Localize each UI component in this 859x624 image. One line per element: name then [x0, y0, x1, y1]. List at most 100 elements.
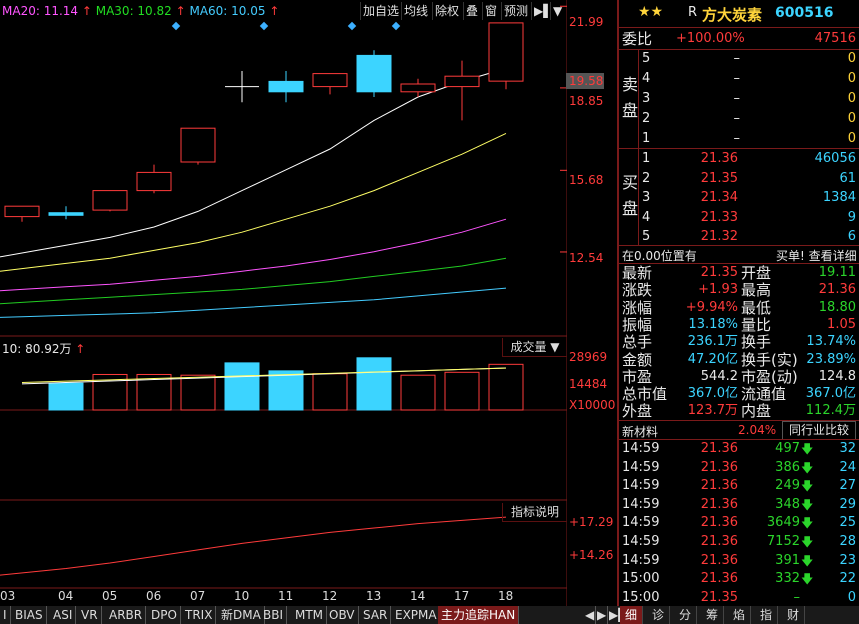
- stock-header: ★★ R 方大炭素 600516: [620, 4, 859, 24]
- date-label: 05: [102, 589, 118, 603]
- down-arrow-icon: 🡇: [801, 535, 814, 549]
- peer-compare-button[interactable]: 同行业比较: [782, 421, 856, 440]
- tick-price: 21.36: [700, 515, 738, 531]
- sell-label-divider: [638, 49, 639, 149]
- event-marker-icon: [259, 21, 269, 31]
- tick-time: 14:59: [622, 478, 660, 494]
- candle-body: [444, 75, 480, 88]
- ind-axis-label: +17.29: [569, 515, 614, 529]
- down-arrow-icon: 🡇: [801, 479, 814, 494]
- tick-volume: 249: [775, 478, 800, 494]
- tick-time: 15:00: [622, 571, 660, 587]
- indicator-tab[interactable]: TRIX: [182, 606, 217, 624]
- scroll-right-icon[interactable]: ▶: [596, 606, 609, 624]
- quote-value: 544.2: [700, 368, 738, 384]
- price-axis-label: 19.58: [569, 74, 604, 88]
- indicator-tab[interactable]: ASI: [50, 606, 77, 624]
- tick-count: 29: [839, 496, 856, 512]
- tick-count: 23: [839, 552, 856, 568]
- tick-price: 21.36: [700, 459, 738, 475]
- vol-axis-label: 14484: [569, 377, 608, 391]
- quote-value: 18.80: [818, 299, 856, 315]
- date-label: 11: [278, 589, 294, 603]
- sell-level: 5: [642, 51, 651, 66]
- indicator-help-button[interactable]: 指标说明: [502, 503, 567, 522]
- indicator-tab[interactable]: OBV: [326, 606, 359, 624]
- price-axis-label: 15.68: [569, 173, 604, 187]
- event-marker-icon: [391, 21, 401, 31]
- indicator-tab[interactable]: EXPMA: [392, 606, 441, 624]
- indicator-tab[interactable]: BIAS: [12, 606, 47, 624]
- tick-time: 14:59: [622, 515, 660, 531]
- chart-area[interactable]: MA20: 11.14 ↑ MA30: 10.82 ↑ MA60: 10.05 …: [0, 0, 567, 606]
- event-marker-icon: [171, 21, 181, 31]
- stock-code: 600516: [775, 5, 834, 21]
- quote-value: +1.93: [698, 282, 738, 298]
- buy-level: 4: [642, 209, 651, 225]
- tick-price: 21.35: [700, 589, 738, 605]
- panel-tab[interactable]: 细: [620, 606, 643, 624]
- date-label: 13: [366, 589, 382, 603]
- vol-axis-label: 28969: [569, 350, 608, 364]
- volume-button[interactable]: 成交量 ▼: [502, 338, 567, 357]
- sell-volume: 0: [847, 71, 856, 86]
- quote-label: 内盘: [741, 402, 772, 421]
- quote-value: 236.1万: [687, 334, 738, 350]
- candle-body: [312, 73, 348, 88]
- volume-bar: [400, 374, 436, 411]
- star-icon[interactable]: ★★: [638, 4, 663, 20]
- date-label: 10: [234, 589, 250, 603]
- panel-tab[interactable]: 诊: [647, 606, 670, 624]
- candle-body: [268, 80, 304, 93]
- weibi-pct: +100.00%: [676, 31, 745, 46]
- date-label: 03: [0, 589, 16, 603]
- quote-value: 19.11: [818, 265, 856, 280]
- position-note: 在0.00位置有: [622, 249, 697, 263]
- tick-count: 27: [839, 478, 856, 494]
- indicator-tab[interactable]: MTM: [292, 606, 328, 624]
- tick-volume: 3649: [766, 515, 800, 531]
- panel-tab[interactable]: 分: [674, 606, 697, 624]
- quote-label: 流通值: [741, 385, 787, 404]
- volume-bar: [356, 357, 392, 411]
- quote-label: 最新: [622, 264, 653, 282]
- indicator-tab[interactable]: 主力追踪HAN: [438, 606, 520, 624]
- indicator-tab[interactable]: DPO: [148, 606, 181, 624]
- panel-tab[interactable]: 指: [755, 606, 778, 624]
- indicator-tab[interactable]: I: [0, 606, 11, 624]
- tick-price: 21.36: [700, 552, 738, 568]
- tick-volume: –: [793, 589, 801, 605]
- quote-label: 涨跌: [622, 281, 653, 300]
- panel-tab[interactable]: 筹: [701, 606, 724, 624]
- indicator-tab[interactable]: ARBR: [106, 606, 147, 624]
- tick-count: 24: [839, 459, 856, 475]
- buy-detail-link[interactable]: 买单! 查看详细: [776, 247, 857, 264]
- candle-body: [92, 190, 128, 211]
- volume-bar: [488, 363, 524, 411]
- indicator-tab[interactable]: 新DMA: [218, 606, 265, 624]
- buy-volume: 6: [847, 229, 856, 244]
- sell-volume: 0: [847, 91, 856, 106]
- tick-price: 21.36: [700, 571, 738, 587]
- tick-volume: 332: [775, 571, 800, 587]
- date-label: 17: [454, 589, 470, 603]
- buy-price: 21.33: [700, 209, 738, 225]
- tick-time: 15:00: [622, 589, 660, 605]
- indicator-tab[interactable]: VR: [78, 606, 102, 624]
- sell-side-label: 卖盘: [622, 75, 639, 120]
- right-panel-tabs: 细诊分筹焰指财: [620, 606, 859, 624]
- indicator-tab[interactable]: BBI: [260, 606, 288, 624]
- buy-price: 21.34: [700, 190, 738, 205]
- scroll-left-icon[interactable]: ◀: [584, 606, 597, 624]
- weibi-label: 委比: [622, 30, 653, 48]
- vol-axis-label: X10000: [569, 398, 616, 412]
- volume-bar: [180, 374, 216, 411]
- panel-tab[interactable]: 焰: [728, 606, 751, 624]
- indicator-tab[interactable]: SAR: [360, 606, 392, 624]
- sector-pct: 2.04%: [738, 423, 777, 437]
- tick-price: 21.36: [700, 441, 738, 456]
- tick-time: 14:59: [622, 552, 660, 568]
- price-axis-label: 12.54: [569, 251, 604, 265]
- sell-price: –: [733, 71, 741, 86]
- panel-tab[interactable]: 财: [782, 606, 805, 624]
